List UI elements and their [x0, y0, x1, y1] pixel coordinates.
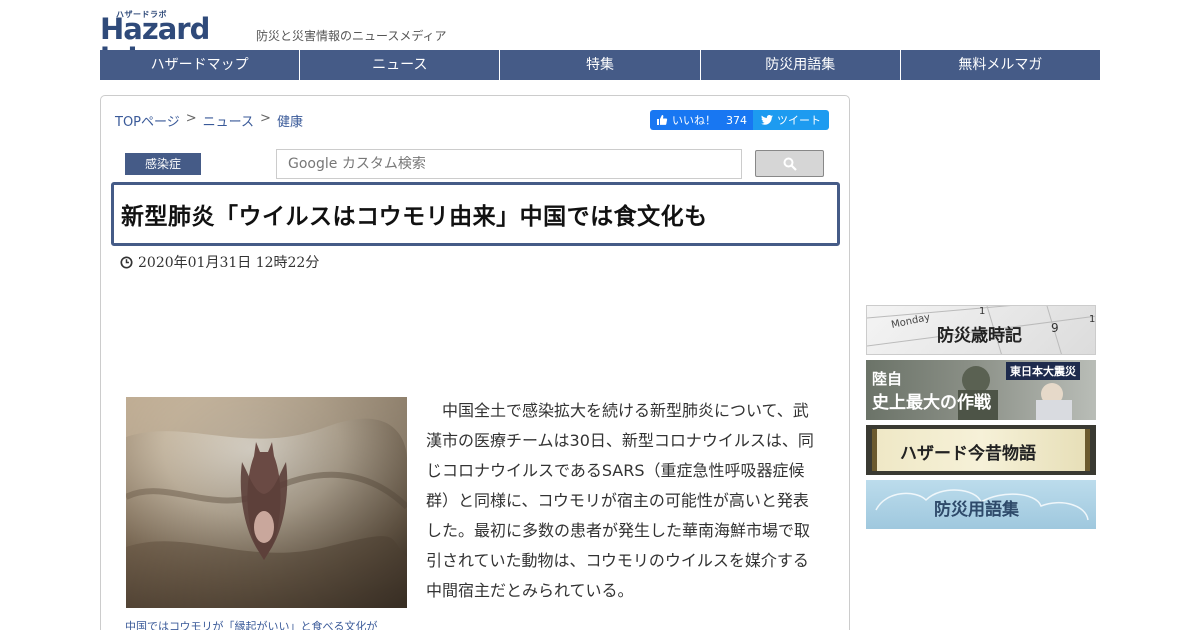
nav-item-features[interactable]: 特集	[500, 50, 701, 80]
clock-icon	[120, 255, 133, 269]
hazard-lab-logo[interactable]: ハザードラボ Hazard lab	[100, 10, 248, 74]
banner-jsdf-operation[interactable]: 東日本大震災 陸自 史上最大の作戦	[866, 360, 1096, 420]
nav-item-glossary[interactable]: 防災用語集	[701, 50, 901, 80]
article-photo-bat	[126, 397, 407, 608]
banner-title-line2: 史上最大の作戦	[872, 393, 991, 413]
breadcrumb-news[interactable]: ニュース	[203, 111, 254, 130]
breadcrumb-separator: >	[185, 111, 197, 126]
banner-title-line1: 陸自	[872, 370, 903, 388]
nav-item-hazard-map[interactable]: ハザードマップ	[100, 50, 301, 80]
thumbs-up-icon	[657, 115, 668, 125]
banner-bousai-saijiki[interactable]: 9 1 1 Monday 防災歳時記	[866, 305, 1096, 355]
search-icon	[783, 157, 797, 171]
photo-caption: 中国ではコウモリが「縁起がいい」と食べる文化が	[125, 620, 378, 630]
facebook-like-button[interactable]: いいね！ 374	[650, 110, 753, 130]
custom-search-field[interactable]	[276, 149, 742, 179]
breadcrumb-health[interactable]: 健康	[277, 111, 303, 130]
banner-hazard-konjaku[interactable]: ハザード今昔物語	[866, 425, 1096, 475]
facebook-like-count: 374	[726, 113, 747, 127]
article-container: TOPページ > ニュース > 健康 いいね！ 374 ツイート 感染症 Goo…	[100, 95, 850, 630]
article-date: 2020年01月31日 12時22分	[120, 252, 319, 272]
twitter-bird-icon	[761, 115, 773, 125]
nav-item-newsletter[interactable]: 無料メルマガ	[901, 50, 1100, 80]
banner-title: 防災歳時記	[937, 326, 1022, 346]
category-tag[interactable]: 感染症	[125, 153, 201, 175]
site-tagline: 防災と災害情報のニュースメディア	[256, 29, 447, 43]
search-button[interactable]	[755, 150, 824, 177]
headline-box: 新型肺炎「ウイルスはコウモリ由来」中国では食文化も	[111, 182, 840, 246]
banner-title: 防災用語集	[934, 500, 1019, 520]
breadcrumb-top[interactable]: TOPページ	[115, 111, 180, 130]
tweet-button[interactable]: ツイート	[753, 110, 829, 130]
banner-title: ハザード今昔物語	[900, 444, 1036, 464]
breadcrumb: TOPページ > ニュース > 健康	[115, 111, 303, 130]
bat-in-cave-image	[126, 397, 407, 608]
breadcrumb-separator: >	[260, 111, 271, 126]
site-logo[interactable]: ハザードラボ Hazard lab	[100, 8, 248, 74]
nav-item-news[interactable]: ニュース	[300, 50, 501, 80]
search-input[interactable]	[288, 156, 741, 172]
svg-text:9: 9	[1051, 321, 1059, 335]
tweet-label: ツイート	[777, 114, 821, 127]
banner-badge: 東日本大震災	[1006, 362, 1080, 380]
svg-text:1: 1	[979, 306, 985, 317]
article-date-text: 2020年01月31日 12時22分	[138, 255, 320, 271]
main-nav: ハザードマップ ニュース 特集 防災用語集 無料メルマガ	[100, 50, 1100, 80]
svg-text:1: 1	[1089, 314, 1095, 325]
social-buttons: いいね！ 374 ツイート	[650, 110, 829, 130]
banner-bousai-glossary[interactable]: 防災用語集	[866, 480, 1096, 529]
article-body: 中国全土で感染拡大を続ける新型肺炎について、武漢市の医療チームは30日、新型コロ…	[426, 401, 814, 600]
article-title: 新型肺炎「ウイルスはコウモリ由来」中国では食文化も	[121, 204, 708, 230]
facebook-like-label: いいね！	[672, 114, 716, 127]
